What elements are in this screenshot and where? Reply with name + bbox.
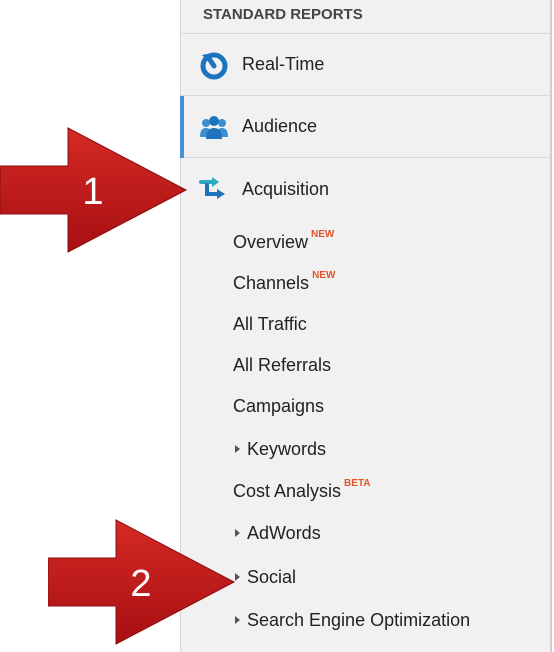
new-badge: NEW: [312, 269, 336, 281]
nav-item-acquisition[interactable]: Acquisition: [181, 158, 550, 220]
expand-triangle-icon[interactable]: [235, 445, 240, 453]
sub-item-label: AdWords: [247, 522, 321, 543]
nav-item-realtime[interactable]: Real-Time: [181, 34, 550, 96]
beta-badge: BETA: [344, 477, 371, 489]
page: STANDARD REPORTS Real-Time Audience Acqu…: [0, 0, 554, 652]
annotation-arrow-1: 1: [0, 127, 188, 253]
nav-item-audience[interactable]: Audience: [180, 96, 550, 158]
sub-item-keywords[interactable]: Keywords: [233, 434, 326, 464]
sub-item-label: All Referrals: [233, 354, 332, 375]
sub-item-social[interactable]: Social: [233, 562, 296, 592]
sub-item-adwords[interactable]: AdWords: [233, 518, 321, 548]
sub-item-label: All Traffic: [233, 313, 307, 334]
acquisition-icon: [199, 177, 225, 199]
nav-item-label: Acquisition: [242, 178, 330, 199]
sub-item-label: Social: [247, 566, 297, 587]
realtime-icon: [200, 52, 228, 79]
sub-item-label: Keywords: [247, 438, 327, 459]
annotation-arrow-2: 2: [48, 519, 236, 645]
audience-icon: [200, 115, 228, 139]
nav-item-label: Real-Time: [242, 54, 325, 74]
arrow-label: 1: [82, 171, 103, 213]
sub-item-search-engine-optimization[interactable]: Search Engine Optimization: [233, 605, 470, 635]
nav-item-label: Audience: [242, 116, 318, 136]
arrow-label: 2: [130, 563, 151, 605]
sub-item-all-traffic[interactable]: All Traffic: [233, 309, 307, 339]
sub-item-label: Overview: [233, 231, 309, 252]
sub-item-overview[interactable]: Overview NEW: [233, 227, 334, 257]
sub-item-label: Campaigns: [233, 395, 325, 416]
sub-item-all-referrals[interactable]: All Referrals: [233, 350, 331, 380]
new-badge: NEW: [311, 228, 335, 240]
sub-item-campaigns[interactable]: Campaigns: [233, 391, 324, 421]
sub-item-channels[interactable]: Channels NEW: [233, 268, 335, 298]
sub-item-label: Search Engine Optimization: [247, 609, 471, 630]
sub-item-label: Cost Analysis: [233, 480, 342, 501]
section-header-standard-reports: STANDARD REPORTS: [181, 0, 550, 34]
sub-item-cost-analysis[interactable]: Cost Analysis BETA: [233, 476, 371, 506]
sub-item-label: Channels: [233, 272, 310, 293]
